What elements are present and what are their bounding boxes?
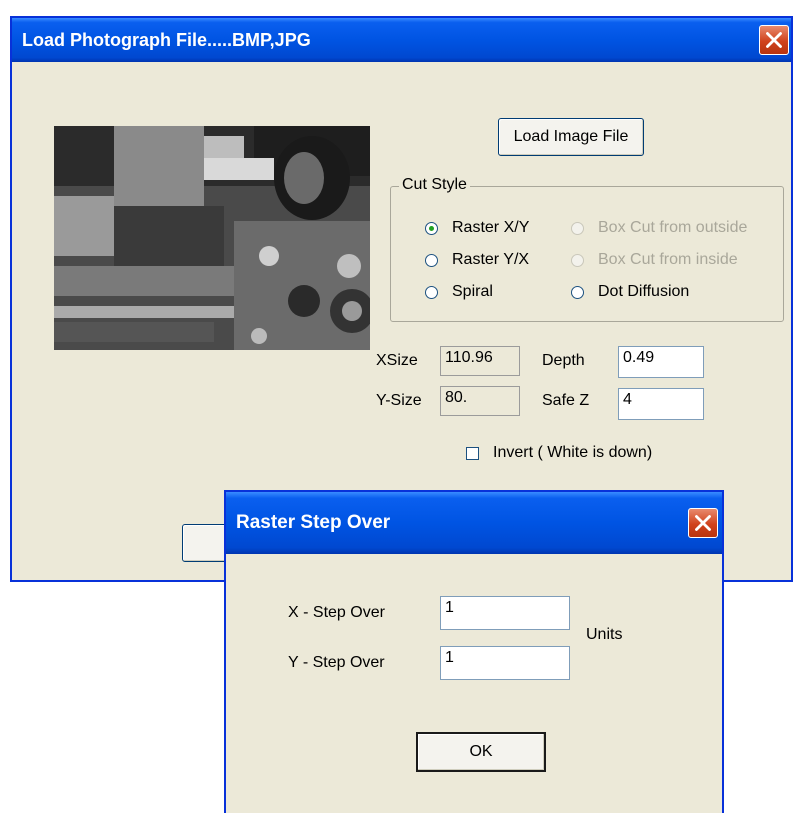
ok-button[interactable]: OK bbox=[416, 732, 546, 772]
radio-spiral-label: Spiral bbox=[452, 283, 493, 300]
radio-raster-yx[interactable]: Raster Y/X bbox=[425, 251, 529, 269]
radio-raster-xy[interactable]: Raster X/Y bbox=[425, 219, 529, 237]
cut-style-legend: Cut Style bbox=[399, 176, 470, 194]
dialog-title: Raster Step Over bbox=[236, 512, 391, 533]
y-step-over-input[interactable]: 1 bbox=[440, 646, 570, 680]
radio-disabled-icon bbox=[571, 253, 584, 267]
radio-icon bbox=[571, 285, 584, 299]
dialog-titlebar[interactable]: Raster Step Over bbox=[226, 492, 722, 554]
radio-checked-icon bbox=[425, 221, 438, 235]
radio-icon bbox=[425, 253, 438, 267]
photo-preview bbox=[54, 126, 370, 350]
depth-input[interactable]: 0.49 bbox=[618, 346, 704, 378]
radio-box-cut-outside: Box Cut from outside bbox=[571, 219, 747, 237]
raster-step-over-dialog: Raster Step Over X - Step Over 1 Units Y… bbox=[224, 490, 724, 813]
ysize-field: 80. bbox=[440, 386, 520, 416]
main-window-title: Load Photograph File.....BMP,JPG bbox=[22, 29, 311, 50]
checkbox-icon bbox=[466, 446, 479, 460]
radio-dot-diffusion-label: Dot Diffusion bbox=[598, 283, 690, 300]
radio-raster-xy-label: Raster X/Y bbox=[452, 219, 530, 236]
load-image-file-button[interactable]: Load Image File bbox=[498, 118, 644, 156]
safez-input[interactable]: 4 bbox=[618, 388, 704, 420]
invert-checkbox[interactable]: Invert ( White is down) bbox=[466, 444, 652, 462]
close-icon bbox=[695, 515, 711, 531]
cut-style-group: Cut Style Raster X/Y Raster Y/X Spiral B… bbox=[390, 176, 784, 322]
dialog-close-button[interactable] bbox=[688, 508, 718, 538]
radio-disabled-icon bbox=[571, 221, 584, 235]
x-step-over-input[interactable]: 1 bbox=[440, 596, 570, 630]
radio-box-cut-inside-label: Box Cut from inside bbox=[598, 251, 738, 268]
x-step-over-label: X - Step Over bbox=[288, 604, 385, 621]
radio-box-cut-inside: Box Cut from inside bbox=[571, 251, 738, 269]
safez-label: Safe Z bbox=[542, 392, 590, 409]
invert-label: Invert ( White is down) bbox=[493, 444, 653, 461]
radio-dot-diffusion[interactable]: Dot Diffusion bbox=[571, 283, 689, 301]
units-label: Units bbox=[586, 626, 623, 643]
depth-label: Depth bbox=[542, 352, 585, 369]
y-step-over-label: Y - Step Over bbox=[288, 654, 385, 671]
radio-box-cut-outside-label: Box Cut from outside bbox=[598, 219, 748, 236]
radio-spiral[interactable]: Spiral bbox=[425, 283, 493, 301]
main-titlebar[interactable]: Load Photograph File.....BMP,JPG bbox=[12, 18, 791, 62]
xsize-label: XSize bbox=[376, 352, 418, 369]
main-close-button[interactable] bbox=[759, 25, 789, 55]
xsize-field: 110.96 bbox=[440, 346, 520, 376]
radio-icon bbox=[425, 285, 438, 299]
close-icon bbox=[766, 32, 782, 48]
ysize-label: Y-Size bbox=[376, 392, 422, 409]
radio-raster-yx-label: Raster Y/X bbox=[452, 251, 530, 268]
